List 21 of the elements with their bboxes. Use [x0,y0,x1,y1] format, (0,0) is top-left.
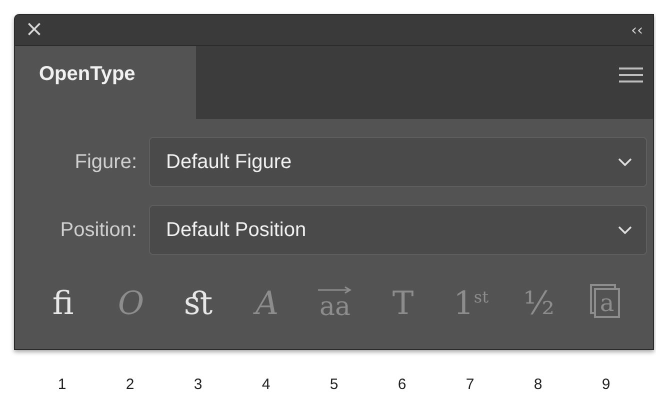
callout-number: 1 [56,376,68,393]
feature-button[interactable]: ﬁ [29,273,97,333]
field-label: Figure: [74,150,138,174]
chevron-down-icon [618,226,632,234]
field-label: Position: [59,218,138,242]
dropdown[interactable]: Default Figure [149,137,647,187]
collapse-button[interactable]: ‹‹ [631,22,643,38]
menu-icon[interactable] [619,66,643,82]
callout-number: 3 [192,376,204,393]
callout-number: 2 [124,376,136,393]
feature-button[interactable]: ﬆ [165,273,233,333]
callout-number: 9 [600,376,612,393]
callout-number: 8 [532,376,544,393]
callout-number: 5 [328,376,340,393]
dropdown[interactable]: Default Position [149,205,647,255]
callout-number: 6 [396,376,408,393]
callout-number: 4 [260,376,272,393]
chevron-down-icon [618,158,632,166]
arrow-icon [317,286,353,294]
close-button[interactable]: × [25,19,44,41]
callout-number: 7 [464,376,476,393]
